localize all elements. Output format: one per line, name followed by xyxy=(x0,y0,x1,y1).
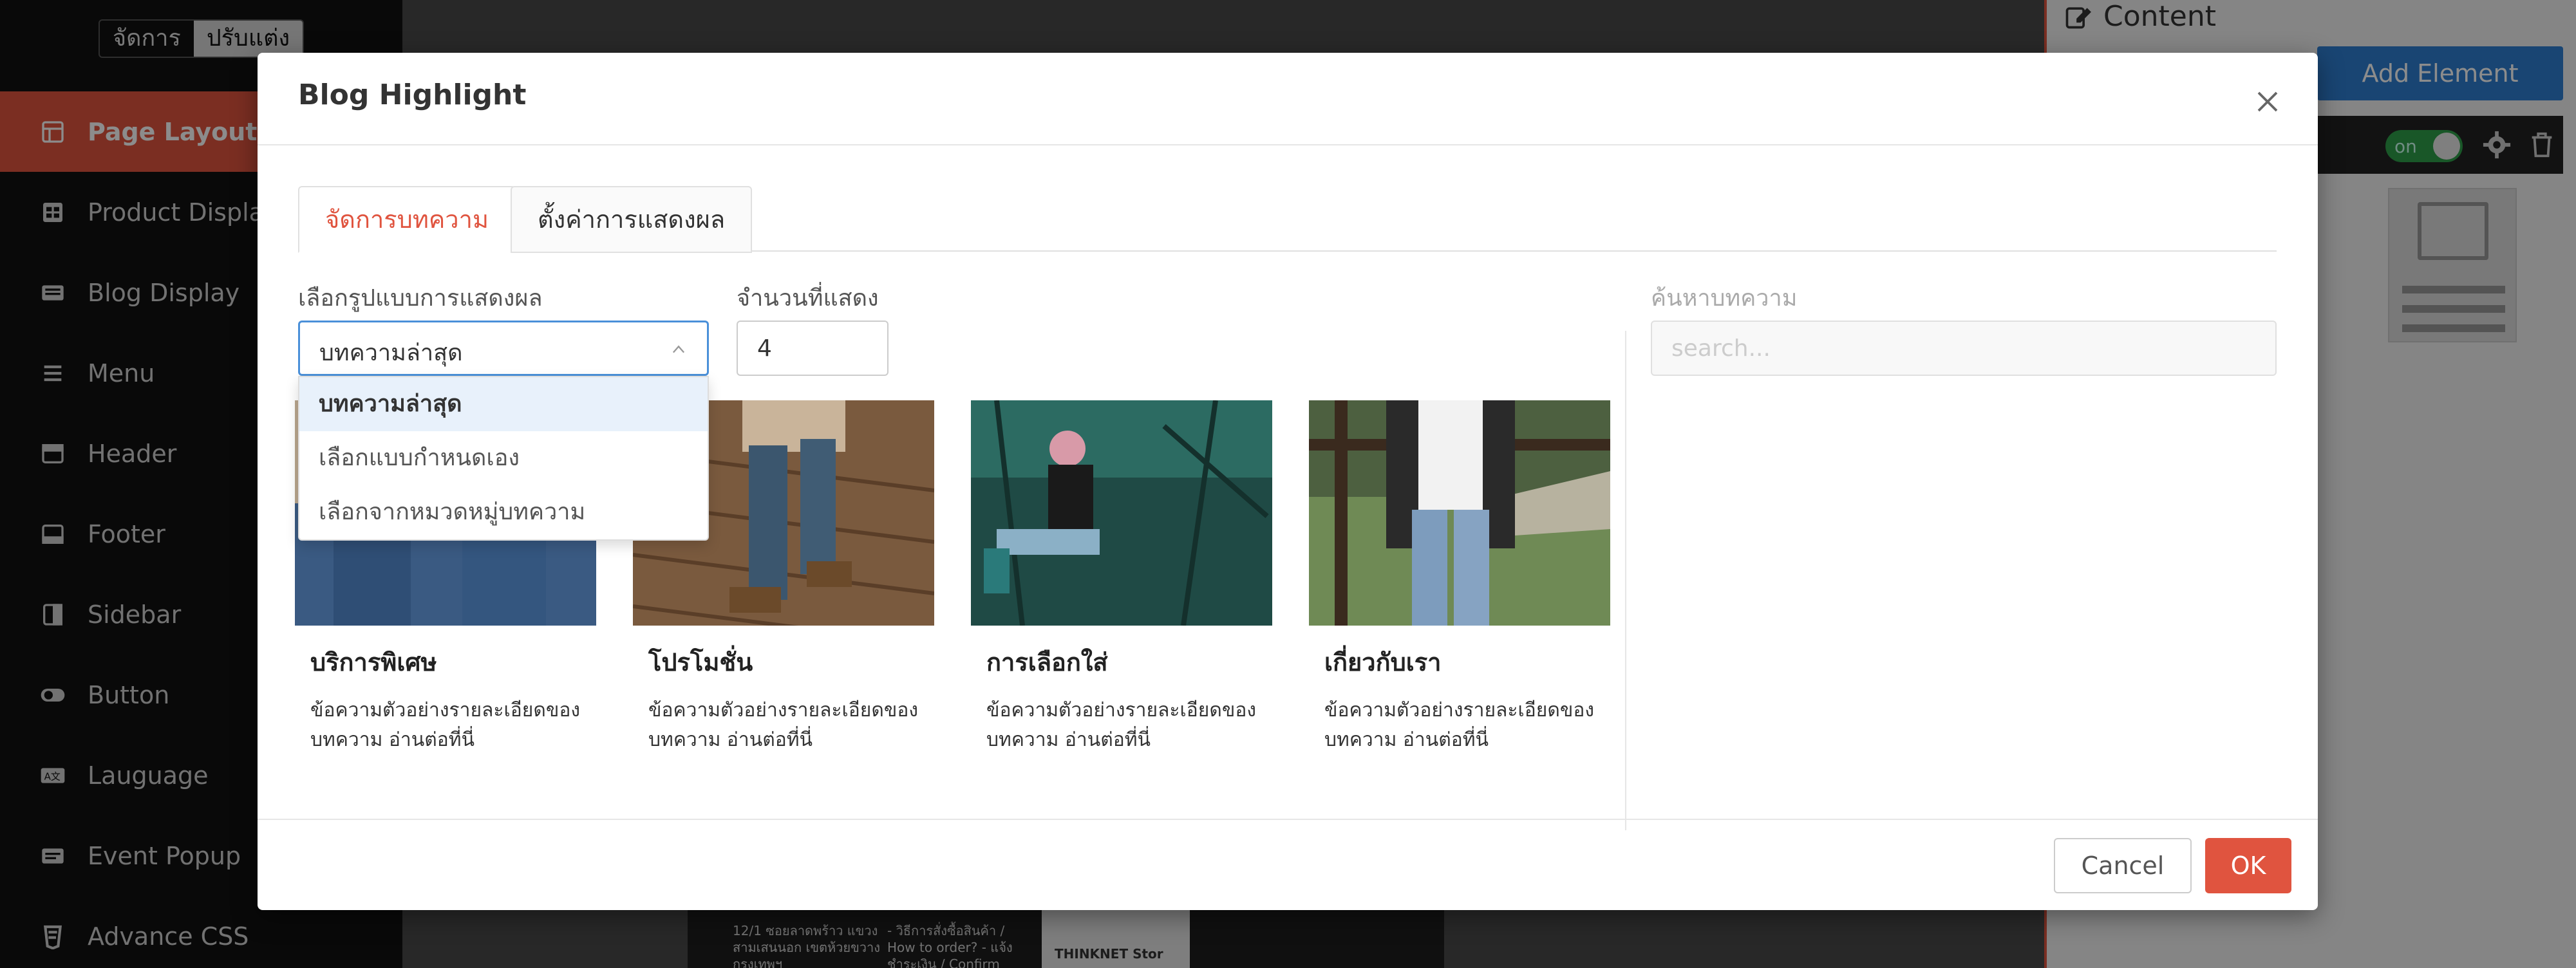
column-divider xyxy=(1625,331,1626,830)
tab-display-settings[interactable]: ตั้งค่าการแสดงผล xyxy=(511,186,753,253)
ok-button[interactable]: OK xyxy=(2205,838,2291,893)
format-option-category[interactable]: เลือกจากหมวดหมู่บทความ xyxy=(299,485,708,539)
tab-manage-articles[interactable]: จัดการบทความ xyxy=(298,186,516,253)
article-desc: ข้อความตัวอย่างรายละเอียดของบทความ อ่านต… xyxy=(648,699,919,751)
format-option-custom[interactable]: เลือกแบบกำหนดเอง xyxy=(299,431,708,485)
article-title: โปรโมชั่น xyxy=(648,648,753,676)
chevron-up-icon xyxy=(672,345,685,353)
format-option-latest[interactable]: บทความล่าสุด xyxy=(299,377,708,431)
article-title: บริการพิเศษ xyxy=(310,648,437,676)
modal-tabs: จัดการบทความ ตั้งค่าการแสดงผล xyxy=(298,186,2277,253)
article-title: เกี่ยวกับเรา xyxy=(1324,648,1442,676)
close-button[interactable] xyxy=(2250,84,2286,120)
count-label: จำนวนที่แสดง xyxy=(737,285,879,312)
format-select-value: บทความล่าสุด xyxy=(319,340,463,366)
article-card[interactable]: การเลือกใส่ ข้อความตัวอย่างรายละเอียดของ… xyxy=(971,400,1272,755)
article-image xyxy=(971,400,1272,626)
close-icon xyxy=(2257,91,2278,112)
article-title: การเลือกใส่ xyxy=(986,648,1108,676)
article-desc: ข้อความตัวอย่างรายละเอียดของบทความ อ่านต… xyxy=(310,699,581,751)
article-image xyxy=(1309,400,1610,626)
count-input[interactable] xyxy=(737,321,888,376)
article-desc: ข้อความตัวอย่างรายละเอียดของบทความ อ่านต… xyxy=(986,699,1257,751)
format-label: เลือกรูปแบบการแสดงผล xyxy=(298,285,543,312)
blog-highlight-modal: Blog Highlight จัดการบทความ ตั้งค่าการแส… xyxy=(258,53,2318,910)
modal-header: Blog Highlight xyxy=(258,53,2318,145)
modal-footer: Cancel OK xyxy=(258,819,2318,910)
article-card[interactable]: เกี่ยวกับเรา ข้อความตัวอย่างรายละเอียดขอ… xyxy=(1309,400,1610,755)
format-select[interactable]: บทความล่าสุด xyxy=(298,321,709,376)
article-desc: ข้อความตัวอย่างรายละเอียดของบทความ อ่านต… xyxy=(1324,699,1595,751)
cancel-button[interactable]: Cancel xyxy=(2054,838,2192,893)
format-dropdown-menu: บทความล่าสุด เลือกแบบกำหนดเอง เลือกจากหม… xyxy=(298,376,709,541)
search-label: ค้นหาบทความ xyxy=(1651,285,1798,312)
modal-title: Blog Highlight xyxy=(298,79,527,111)
search-input[interactable] xyxy=(1651,321,2277,376)
